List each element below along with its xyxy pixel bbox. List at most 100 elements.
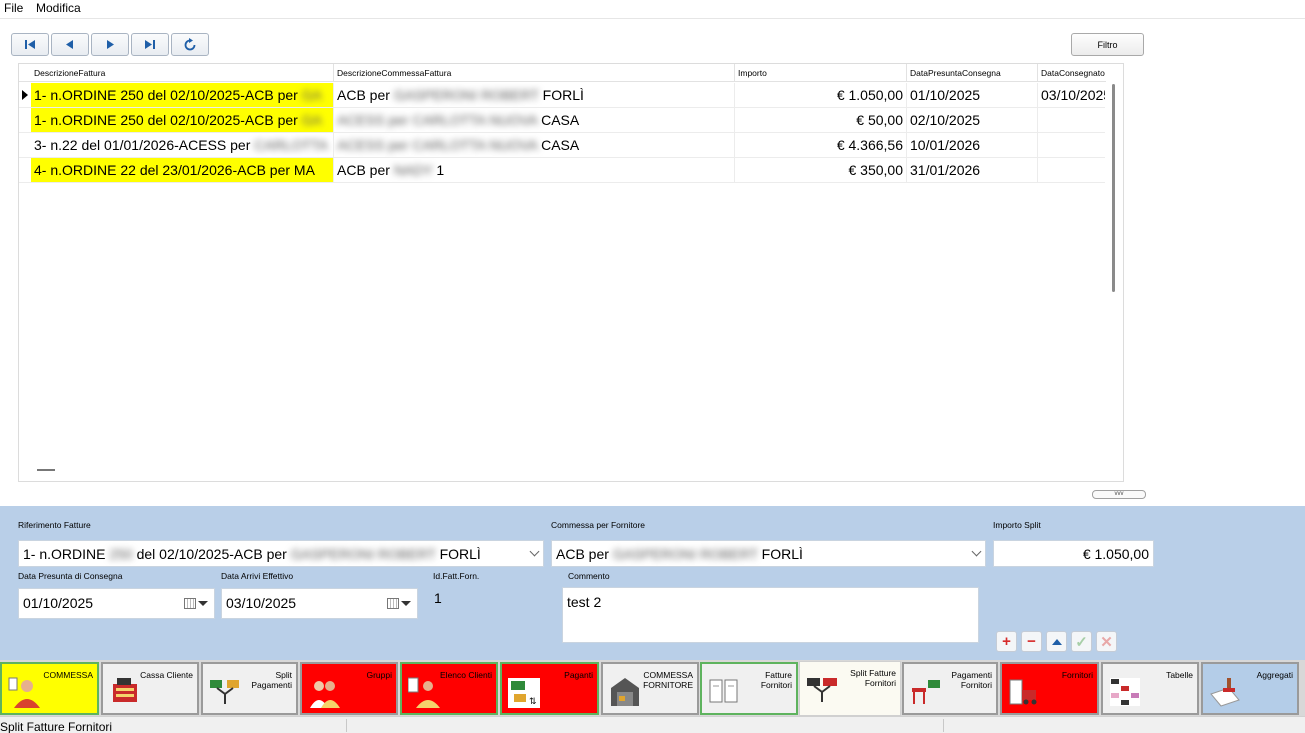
data-arrivo-datepicker[interactable]: 03/10/2025: [221, 588, 418, 619]
next-record-icon: [107, 40, 114, 49]
svg-text:⇅: ⇅: [529, 696, 537, 706]
payers-icon: ⇅: [508, 678, 540, 708]
split-payments-icon: [210, 680, 239, 704]
refresh-button[interactable]: [171, 33, 209, 56]
split-invoices-icon: [807, 678, 837, 702]
module-aggregati[interactable]: Aggregati: [1201, 662, 1299, 715]
add-record-button[interactable]: +: [996, 631, 1017, 652]
cell-descrizione[interactable]: 1- n.ORDINE 250 del 02/10/2025-ACB per G…: [31, 83, 333, 107]
plus-icon: +: [1002, 633, 1011, 650]
filtro-button[interactable]: Filtro: [1071, 33, 1144, 56]
data-presunta-label: Data Presunta di Consegna: [18, 571, 123, 581]
column-header[interactable]: DataPresuntaConsegna: [906, 64, 1037, 82]
delete-record-button[interactable]: −: [1021, 631, 1042, 652]
chevron-down-icon[interactable]: [525, 541, 543, 566]
menu-modifica[interactable]: Modifica: [36, 1, 81, 15]
cell-data-consegnato[interactable]: [1037, 158, 1106, 182]
last-record-button[interactable]: [131, 33, 169, 56]
delivery-truck-icon: [1009, 679, 1037, 705]
cell-commessa[interactable]: ACESS per CARLOTTA NUOVA CASA: [333, 108, 734, 132]
tables-grid-icon: [1110, 678, 1140, 706]
data-presunta-datepicker[interactable]: 01/10/2025: [18, 588, 215, 619]
grid-header: DescrizioneFattura DescrizioneCommessaFa…: [19, 64, 1106, 82]
cell-data-presunta[interactable]: 02/10/2025: [906, 108, 1037, 132]
rif-fatture-combobox[interactable]: 1- n.ORDINE 250 del 02/10/2025-ACB per G…: [18, 540, 544, 567]
table-row[interactable]: 1- n.ORDINE 250 del 02/10/2025-ACB per G…: [19, 108, 1106, 133]
module-bar: COMMESSA Cassa Cliente Split Pagamenti G…: [0, 660, 1305, 716]
idfatt-label: Id.Fatt.Forn.: [433, 571, 480, 581]
importo-split-field[interactable]: € 1.050,00: [993, 540, 1154, 567]
vertical-scrollbar[interactable]: [1105, 82, 1123, 464]
cell-descrizione[interactable]: 1- n.ORDINE 250 del 02/10/2025-ACB per G…: [31, 108, 333, 132]
scrollbar-thumb[interactable]: [1112, 84, 1115, 292]
module-tabelle[interactable]: Tabelle: [1101, 662, 1199, 715]
column-header[interactable]: DescrizioneFattura: [31, 64, 333, 82]
cell-commessa[interactable]: ACB per NADY 1: [333, 158, 734, 182]
cell-data-presunta[interactable]: 01/10/2025: [906, 83, 1037, 107]
next-record-button[interactable]: [91, 33, 129, 56]
module-fatture-fornitori[interactable]: Fatture Fornitori: [700, 662, 798, 715]
module-fornitori[interactable]: Fornitori: [1000, 662, 1099, 715]
cell-descrizione[interactable]: 4- n.ORDINE 22 del 23/01/2026-ACB per MA: [31, 158, 333, 182]
cell-importo[interactable]: € 50,00: [734, 108, 906, 132]
cell-data-consegnato[interactable]: 03/10/2025: [1037, 83, 1106, 107]
module-split-pagamenti[interactable]: Split Pagamenti: [201, 662, 298, 715]
commento-textarea[interactable]: test 2: [562, 587, 979, 643]
cell-commessa[interactable]: ACESS per CARLOTTA NUOVA CASA: [333, 133, 734, 157]
module-gruppi[interactable]: Gruppi: [300, 662, 398, 715]
group-people-icon: [310, 681, 340, 708]
cancel-button[interactable]: ✕: [1096, 631, 1117, 652]
module-elenco-clienti[interactable]: Elenco Clienti: [400, 662, 498, 715]
menu-bar: File Modifica: [0, 0, 1305, 18]
check-icon: ✓: [1075, 633, 1088, 651]
commento-label: Commento: [568, 571, 610, 581]
cell-data-consegnato[interactable]: [1037, 133, 1106, 157]
splitter-handle[interactable]: vvv: [1092, 490, 1146, 499]
edit-record-button[interactable]: [1046, 631, 1067, 652]
refresh-icon: [184, 37, 196, 50]
cell-data-consegnato[interactable]: [1037, 108, 1106, 132]
module-split-fatture-fornitori[interactable]: Split Fatture Fornitori: [799, 661, 901, 716]
close-icon: ✕: [1100, 633, 1113, 651]
table-row[interactable]: 3- n.22 del 01/01/2026-ACESS per CARLOTT…: [19, 133, 1106, 158]
module-pagamenti-fornitori[interactable]: Pagamenti Fornitori: [902, 662, 998, 715]
cell-importo[interactable]: € 350,00: [734, 158, 906, 182]
first-record-button[interactable]: [11, 33, 49, 56]
module-cassa-cliente[interactable]: Cassa Cliente: [101, 662, 199, 715]
module-commessa-fornitore[interactable]: COMMESSA FORNITORE: [601, 662, 699, 715]
table-row[interactable]: 4- n.ORDINE 22 del 23/01/2026-ACB per MA…: [19, 158, 1106, 183]
confirm-button[interactable]: ✓: [1071, 631, 1092, 652]
calendar-icon[interactable]: [184, 598, 208, 609]
horizontal-scrollbar[interactable]: [37, 469, 55, 471]
cell-commessa[interactable]: ACB per GASPERONI ROBERT FORLÌ: [333, 83, 734, 107]
supplier-invoices-icon: [709, 679, 738, 703]
cell-importo[interactable]: € 1.050,00: [734, 83, 906, 107]
module-paganti[interactable]: ⇅ Paganti: [500, 662, 599, 715]
column-header[interactable]: Importo: [734, 64, 906, 82]
column-header[interactable]: DescrizioneCommessaFattura: [333, 64, 734, 82]
table-row[interactable]: 1- n.ORDINE 250 del 02/10/2025-ACB per G…: [19, 83, 1106, 108]
last-record-icon: [145, 40, 155, 49]
previous-record-button[interactable]: [51, 33, 89, 56]
menu-file[interactable]: File: [4, 1, 23, 15]
supplier-payments-icon: [912, 680, 940, 704]
status-divider: [943, 719, 944, 732]
cell-importo[interactable]: € 4.366,56: [734, 133, 906, 157]
minus-icon: −: [1027, 633, 1036, 650]
invoice-grid: DescrizioneFattura DescrizioneCommessaFa…: [18, 63, 1124, 482]
first-record-icon: [25, 40, 35, 49]
chevron-down-icon[interactable]: [967, 541, 985, 566]
cash-register-icon: [113, 678, 137, 702]
cell-data-presunta[interactable]: 10/01/2026: [906, 133, 1037, 157]
calendar-icon[interactable]: [387, 598, 411, 609]
client-list-icon: [408, 677, 440, 708]
module-commessa[interactable]: COMMESSA: [0, 662, 99, 715]
cell-data-presunta[interactable]: 31/01/2026: [906, 158, 1037, 182]
cell-descrizione[interactable]: 3- n.22 del 01/01/2026-ACESS per CARLOTT…: [31, 133, 333, 157]
commessa-label: Commessa per Fornitore: [551, 520, 646, 530]
menu-divider: [0, 18, 1305, 19]
current-row-indicator-icon: [22, 90, 28, 100]
column-header[interactable]: DataConsegnato: [1037, 64, 1106, 82]
rif-fatture-label: Riferimento Fatture: [18, 520, 91, 530]
commessa-combobox[interactable]: ACB per GASPERONI ROBERT FORLÌ: [551, 540, 986, 567]
